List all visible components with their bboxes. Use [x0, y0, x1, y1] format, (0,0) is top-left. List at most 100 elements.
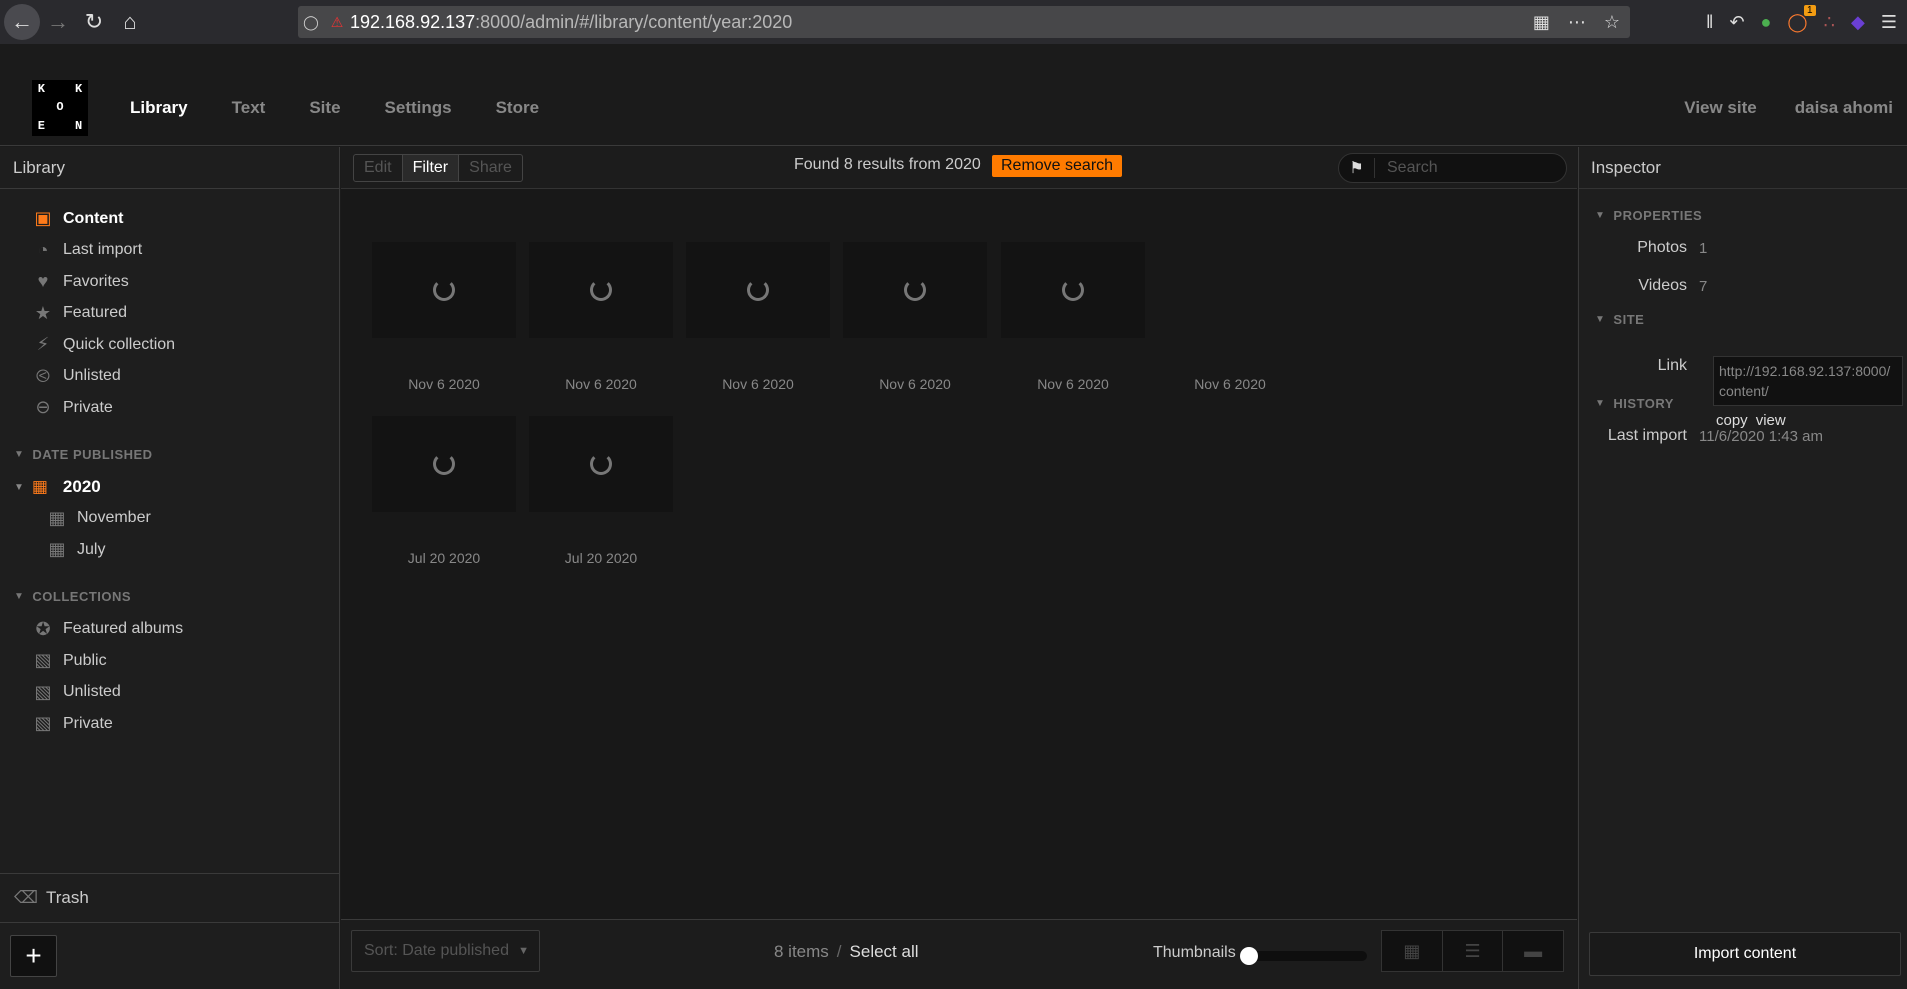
content-item[interactable]: Nov 6 2020	[843, 242, 987, 392]
qr-code-icon[interactable]: ▦	[1533, 12, 1550, 33]
separator: /	[836, 942, 842, 961]
extension-badge-count: 1	[1804, 4, 1816, 16]
import-content-button[interactable]: Import content	[1589, 932, 1901, 976]
forward-button[interactable]: →	[40, 4, 76, 40]
sidebar-item-last-import[interactable]: ◔ Last import	[0, 235, 339, 267]
reload-icon: ↻	[84, 9, 104, 34]
select-all-link[interactable]: Select all	[850, 942, 919, 961]
content-item[interactable]: Nov 6 2020	[372, 242, 516, 392]
album-icon: ▧	[34, 713, 52, 734]
content-item[interactable]: Jul 20 2020	[372, 416, 516, 566]
private-icon: ⊖	[35, 397, 51, 418]
sort-select[interactable]: Sort: Date published ▼	[351, 930, 540, 972]
photos-label: Photos	[1637, 239, 1687, 256]
extension-dots-icon[interactable]: ∴	[1824, 12, 1835, 33]
sidebar-item-favorites[interactable]: ♥ Favorites	[0, 266, 339, 298]
sidebar-item-unlisted-collection[interactable]: ▧ Unlisted	[0, 677, 339, 709]
collapse-triangle-icon: ▼	[14, 481, 24, 493]
sidebar-item-unlisted[interactable]: ⧀ Unlisted	[0, 361, 339, 393]
collapse-triangle-icon: ▼	[14, 449, 25, 460]
sidebar-item-content[interactable]: ▣ Content	[0, 203, 339, 235]
trash-label: Trash	[46, 888, 89, 907]
search-result-text: Found 8 results from 2020	[794, 156, 981, 173]
nav-library[interactable]: Library	[130, 98, 188, 118]
browser-toolbar: ← → ↻ ⌂ ◯ ⚠ 192.168.92.137:8000/admin/#/…	[0, 0, 1907, 44]
undo-icon[interactable]: ↶	[1729, 12, 1744, 33]
grid-view-button[interactable]: ▦	[1382, 931, 1443, 971]
history-section[interactable]: ▼ HISTORY	[1579, 389, 1907, 417]
sidebar-item-quick-collection[interactable]: ⚡ Quick collection	[0, 329, 339, 361]
content-item[interactable]: Nov 6 2020	[1001, 242, 1145, 392]
year-label: 2020	[62, 477, 101, 496]
thumbnail[interactable]	[1001, 242, 1145, 338]
nav-store[interactable]: Store	[496, 98, 539, 118]
content-item[interactable]: Nov 6 2020	[1158, 242, 1302, 392]
insecure-lock-icon: ⚠	[330, 13, 344, 30]
sidebar-item-featured-albums[interactable]: ✪ Featured albums	[0, 614, 339, 646]
home-button[interactable]: ⌂	[112, 4, 148, 40]
sidebar-item-private[interactable]: ⊖ Private	[0, 392, 339, 424]
nav-settings[interactable]: Settings	[385, 98, 452, 118]
extension-green-icon[interactable]: ●	[1761, 12, 1772, 33]
properties-section[interactable]: ▼ PROPERTIES	[1579, 201, 1907, 229]
share-button[interactable]: Share	[459, 155, 522, 181]
list-view-button[interactable]: ☰	[1442, 931, 1504, 971]
sidebar-item-public[interactable]: ▧ Public	[0, 645, 339, 677]
header-right: View site daisa ahomi	[1684, 98, 1907, 118]
bookmark-star-icon[interactable]: ☆	[1604, 12, 1620, 33]
url-bar[interactable]: ◯ ⚠ 192.168.92.137:8000/admin/#/library/…	[298, 6, 1630, 38]
thumbnail[interactable]	[843, 242, 987, 338]
filter-button[interactable]: Filter	[402, 154, 460, 181]
logo-letter: O	[56, 100, 64, 115]
sidebar-item-year-2020[interactable]: ▼ ▦ 2020	[0, 472, 339, 503]
shield-icon: ◯	[303, 13, 319, 30]
single-view-button[interactable]: ▬	[1503, 931, 1564, 971]
nav-text[interactable]: Text	[232, 98, 266, 118]
remove-search-button[interactable]: Remove search	[992, 155, 1123, 177]
site-section[interactable]: ▼ SITE	[1579, 305, 1907, 333]
back-button[interactable]: ←	[4, 4, 40, 40]
content-bottombar: Sort: Date published ▼ 8 items / Select al…	[341, 919, 1577, 989]
browser-tools: ‖ ↶ ● ◯ 1 ∴ ◆ ☰	[1706, 0, 1907, 44]
search-input[interactable]	[1375, 158, 1555, 178]
more-icon[interactable]: ⋯	[1568, 12, 1586, 33]
content-item[interactable]: Nov 6 2020	[529, 242, 673, 392]
sidebar-item-november[interactable]: ▦ November	[0, 503, 339, 535]
sidebar-item-july[interactable]: ▦ July	[0, 534, 339, 566]
koken-logo[interactable]: K KOE N	[32, 79, 88, 136]
loading-spinner-icon	[1062, 279, 1084, 301]
thumbnail[interactable]	[529, 416, 673, 512]
sidebar-title: Library	[0, 147, 339, 189]
library-icon[interactable]: ‖	[1706, 12, 1713, 33]
date-published-section[interactable]: ▼ DATE PUBLISHED	[0, 440, 339, 470]
slider-knob[interactable]	[1240, 947, 1258, 965]
caret-down-icon: ▼	[518, 945, 529, 957]
nav-site[interactable]: Site	[309, 98, 340, 118]
content-item[interactable]: Jul 20 2020	[529, 416, 673, 566]
add-button[interactable]: +	[10, 935, 57, 977]
thumbnail[interactable]	[372, 416, 516, 512]
item-date: Jul 20 2020	[564, 550, 638, 566]
tag-icon[interactable]: ⚑	[1339, 158, 1375, 178]
content-item[interactable]: Nov 6 2020	[686, 242, 830, 392]
user-menu[interactable]: daisa ahomi	[1795, 98, 1893, 118]
sidebar-item-trash[interactable]: ⌫ Trash	[0, 873, 339, 923]
thumbnail[interactable]	[1158, 242, 1302, 338]
thumbnail[interactable]	[529, 242, 673, 338]
thumbnail[interactable]	[686, 242, 830, 338]
collections-section[interactable]: ▼ COLLECTIONS	[0, 582, 339, 612]
thumbnail-size-slider[interactable]	[1240, 947, 1367, 965]
sidebar-item-private-collection[interactable]: ▧ Private	[0, 708, 339, 740]
action-segment: Edit Filter Share	[353, 153, 523, 182]
sidebar-item-featured[interactable]: ★ Featured	[0, 298, 339, 330]
item-date: Jul 20 2020	[407, 550, 481, 566]
menu-icon[interactable]: ☰	[1881, 12, 1897, 33]
edit-button[interactable]: Edit	[354, 154, 403, 181]
extension-badge-icon[interactable]: ◯ 1	[1787, 4, 1816, 33]
calendar-icon: ▦	[31, 477, 48, 496]
extension-purple-icon[interactable]: ◆	[1851, 12, 1865, 33]
view-site-link[interactable]: View site	[1684, 98, 1756, 118]
reload-button[interactable]: ↻	[76, 4, 112, 40]
sidebar-list: ▣ Content ◔ Last import ♥ Favorites ★ Fe…	[0, 189, 339, 740]
thumbnail[interactable]	[372, 242, 516, 338]
